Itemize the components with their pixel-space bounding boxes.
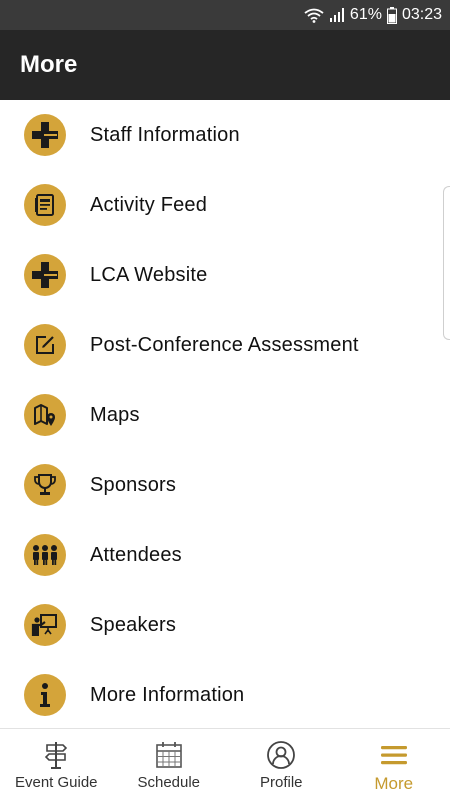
people-icon (24, 534, 66, 576)
app-bar: More (0, 30, 450, 100)
clock: 03:23 (401, 6, 442, 23)
info-icon (24, 674, 66, 716)
status-bar: 61% 03:23 (0, 0, 450, 30)
tab-event-guide[interactable]: Event Guide (0, 729, 113, 800)
menu-item-label: Staff Information (90, 123, 240, 146)
battery-percent: 61% (349, 6, 382, 23)
menu-item-activity-feed[interactable]: Activity Feed (0, 170, 450, 240)
plus-cross-icon (24, 254, 66, 296)
calendar-icon (155, 739, 183, 771)
menu-list[interactable]: Staff Information Activity Feed LCA Webs… (0, 100, 450, 728)
menu-item-label: Speakers (90, 613, 177, 636)
plus-cross-icon (24, 114, 66, 156)
menu-item-lca-website[interactable]: LCA Website (0, 240, 450, 310)
menu-item-sponsors[interactable]: Sponsors (0, 450, 450, 520)
menu-item-label: Attendees (90, 543, 182, 566)
tab-label: Event Guide (14, 774, 98, 791)
menu-item-more-information[interactable]: More Information (0, 660, 450, 728)
trophy-icon (24, 464, 66, 506)
feed-icon (24, 184, 66, 226)
battery-icon (386, 6, 397, 24)
tab-label: More (374, 774, 414, 793)
tab-schedule[interactable]: Schedule (113, 729, 226, 800)
menu-item-label: Maps (90, 403, 140, 426)
tab-label: Schedule (137, 774, 201, 791)
menu-item-staff-information[interactable]: Staff Information (0, 100, 450, 170)
profile-icon (266, 739, 296, 771)
tab-profile[interactable]: Profile (225, 729, 338, 800)
map-pin-icon (24, 394, 66, 436)
edit-square-icon (24, 324, 66, 366)
bottom-nav: Event Guide Schedule Profile More (0, 728, 450, 800)
menu-item-label: Post-Conference Assessment (90, 333, 359, 356)
menu-item-label: More Information (90, 683, 245, 706)
menu-item-attendees[interactable]: Attendees (0, 520, 450, 590)
scroll-indicator[interactable] (443, 186, 450, 340)
menu-item-post-conference-assessment[interactable]: Post-Conference Assessment (0, 310, 450, 380)
tab-more[interactable]: More (338, 729, 450, 800)
signpost-icon (43, 739, 69, 771)
menu-item-label: LCA Website (90, 263, 208, 286)
menu-item-label: Activity Feed (90, 193, 208, 216)
menu-item-maps[interactable]: Maps (0, 380, 450, 450)
hamburger-icon (380, 739, 408, 771)
signal-icon (329, 7, 345, 23)
presenter-icon (24, 604, 66, 646)
menu-item-label: Sponsors (90, 473, 177, 496)
page-title: More (20, 51, 78, 78)
menu-item-speakers[interactable]: Speakers (0, 590, 450, 660)
wifi-icon (304, 7, 324, 23)
tab-label: Profile (259, 774, 303, 791)
